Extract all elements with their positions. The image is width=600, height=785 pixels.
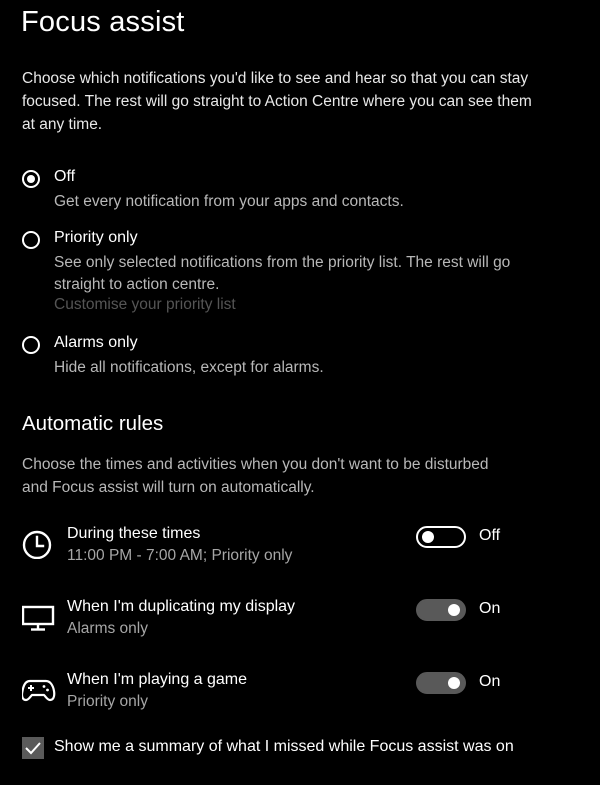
radio-off[interactable]: Off Get every notification from your app… xyxy=(22,168,502,212)
automatic-rules-heading: Automatic rules xyxy=(22,412,164,435)
rule-during-these-times[interactable]: During these times 11:00 PM - 7:00 AM; P… xyxy=(22,525,582,575)
rule-duplicating-display-subtitle: Alarms only xyxy=(67,620,148,637)
gamepad-icon xyxy=(20,673,56,705)
rule-duplicating-display-title: When I'm duplicating my display xyxy=(67,598,296,615)
radio-alarms-only-label: Alarms only xyxy=(54,334,138,351)
summary-checkbox-row[interactable]: Show me a summary of what I missed while… xyxy=(22,736,582,760)
during-these-times-toggle[interactable] xyxy=(416,526,466,548)
page-title: Focus assist xyxy=(21,6,185,38)
radio-alarms-only-indicator[interactable] xyxy=(22,336,40,354)
radio-alarms-only[interactable]: Alarms only Hide all notifications, exce… xyxy=(22,334,502,378)
summary-checkbox-label: Show me a summary of what I missed while… xyxy=(54,738,514,755)
radio-off-indicator[interactable] xyxy=(22,170,40,188)
page-intro: Choose which notifications you'd like to… xyxy=(22,70,532,133)
duplicating-display-state: On xyxy=(479,600,501,617)
summary-checkbox[interactable] xyxy=(22,737,44,759)
customise-priority-list-link: Customise your priority list xyxy=(54,296,236,313)
checkmark-icon xyxy=(25,742,41,755)
duplicating-display-toggle[interactable] xyxy=(416,599,466,621)
rule-playing-game-title: When I'm playing a game xyxy=(67,671,248,688)
during-these-times-state: Off xyxy=(479,527,501,544)
automatic-rules-description: Choose the times and activities when you… xyxy=(22,456,489,496)
radio-priority-only-indicator[interactable] xyxy=(22,231,40,249)
radio-priority-only[interactable]: Priority only See only selected notifica… xyxy=(22,229,510,317)
playing-game-state: On xyxy=(479,673,501,690)
rule-duplicating-display[interactable]: When I'm duplicating my display Alarms o… xyxy=(21,598,582,648)
radio-priority-only-label: Priority only xyxy=(54,229,138,246)
radio-priority-only-description: See only selected notifications from the… xyxy=(54,254,511,293)
toggle-knob xyxy=(448,677,460,689)
rule-playing-game[interactable]: When I'm playing a game Priority only On xyxy=(20,671,582,721)
rule-playing-game-subtitle: Priority only xyxy=(67,693,148,710)
toggle-knob xyxy=(422,531,434,543)
clock-icon xyxy=(22,527,54,560)
radio-off-description: Get every notification from your apps an… xyxy=(54,193,404,210)
radio-off-label: Off xyxy=(54,168,76,185)
monitor-icon xyxy=(21,600,55,632)
radio-alarms-only-description: Hide all notifications, except for alarm… xyxy=(54,359,324,376)
rule-during-these-times-subtitle: 11:00 PM - 7:00 AM; Priority only xyxy=(67,547,293,564)
rule-during-these-times-title: During these times xyxy=(67,525,201,542)
toggle-knob xyxy=(448,604,460,616)
playing-game-toggle[interactable] xyxy=(416,672,466,694)
